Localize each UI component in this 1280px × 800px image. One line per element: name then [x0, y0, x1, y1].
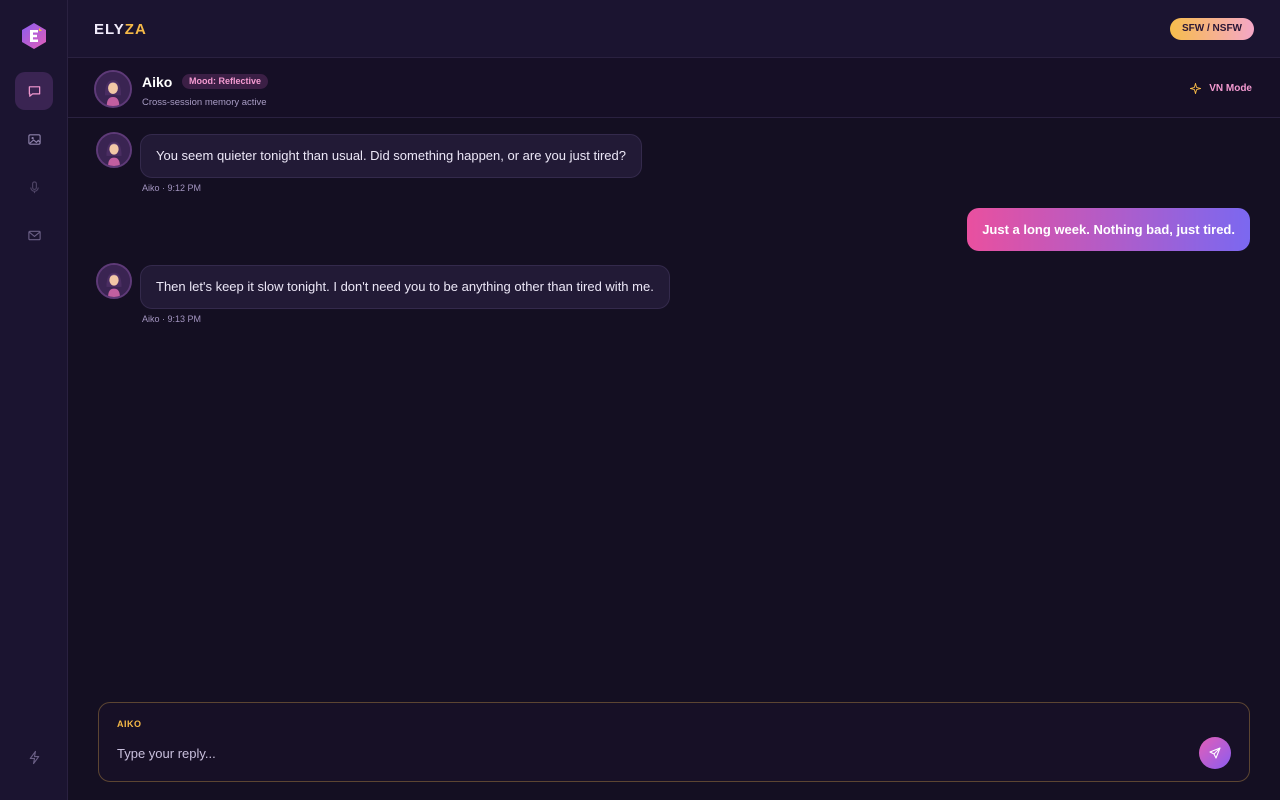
character-name: Aiko: [142, 74, 173, 90]
sidebar-item-voice[interactable]: [15, 168, 53, 206]
brand-part-1: ELY: [94, 21, 125, 38]
message-composer: AIKO: [98, 702, 1250, 782]
sparkle-icon: [1190, 83, 1202, 94]
content-mode-toggle[interactable]: SFW / NSFW: [1170, 18, 1254, 40]
character-portrait-icon: [98, 265, 130, 297]
memory-status: Cross-session memory active: [142, 97, 267, 108]
reply-input[interactable]: [117, 743, 1187, 763]
send-icon: [1209, 747, 1221, 759]
character-portrait-icon: [98, 134, 130, 166]
sidebar-item-boost[interactable]: [15, 738, 53, 776]
message-meta: Aiko · 9:13 PM: [142, 314, 202, 324]
vn-mode-button[interactable]: VN Mode: [1190, 83, 1252, 94]
top-bar: ELYZA SFW / NSFW: [68, 0, 1280, 58]
image-icon: [27, 133, 41, 145]
send-button[interactable]: [1199, 737, 1231, 769]
brand-part-2: ZA: [124, 21, 147, 38]
logo-mark-icon: [22, 23, 46, 49]
character-portrait-icon: [96, 72, 130, 106]
avatar[interactable]: [94, 70, 132, 108]
microphone-icon: [29, 180, 39, 193]
sidebar-item-gallery[interactable]: [15, 120, 53, 158]
lightning-icon: [29, 750, 39, 764]
sidebar: [0, 0, 68, 800]
ai-message-bubble: You seem quieter tonight than usual. Did…: [140, 134, 642, 178]
sidebar-item-chat[interactable]: [15, 72, 53, 110]
composer-recipient-label: AIKO: [117, 719, 142, 729]
vn-mode-label: VN Mode: [1209, 83, 1252, 94]
sidebar-item-messages[interactable]: [15, 216, 53, 254]
brand-wordmark: ELYZA: [94, 21, 147, 38]
message-avatar: [96, 132, 132, 168]
chat-icon: [28, 85, 40, 97]
message-avatar: [96, 263, 132, 299]
mail-icon: [27, 230, 41, 240]
message-meta: Aiko · 9:12 PM: [142, 183, 202, 193]
app-logo-icon[interactable]: [20, 22, 48, 50]
ai-message-bubble: Then let's keep it slow tonight. I don't…: [140, 265, 670, 309]
character-header: Aiko Mood: Reflective Cross-session memo…: [68, 58, 1280, 118]
mood-badge: Mood: Reflective: [182, 74, 269, 89]
user-message-bubble: Just a long week. Nothing bad, just tire…: [967, 208, 1250, 251]
